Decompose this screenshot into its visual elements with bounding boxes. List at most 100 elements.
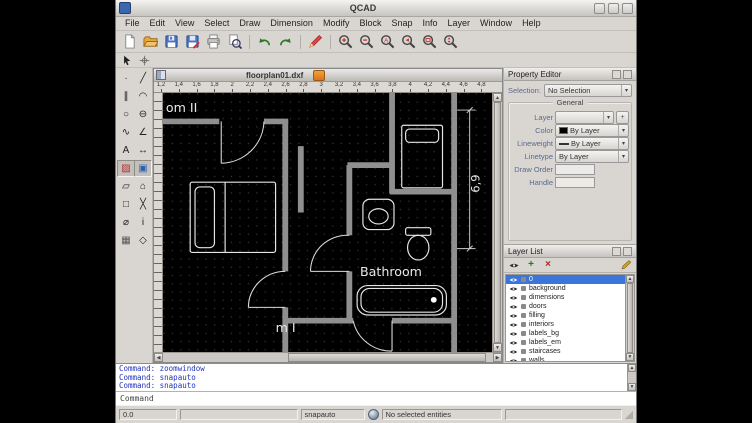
menu-help[interactable]: Help	[517, 17, 546, 30]
panel-close-button[interactable]	[623, 247, 632, 256]
info-tool[interactable]: i	[134, 214, 152, 231]
layer-lock-icon[interactable]	[521, 286, 526, 291]
edit-layer-button[interactable]	[619, 258, 633, 272]
layer-row-background[interactable]: background	[506, 284, 625, 293]
save-as-button[interactable]	[183, 32, 202, 51]
layer-visible-eye-icon[interactable]	[509, 277, 518, 283]
spline-tool[interactable]: ∿	[117, 124, 135, 141]
close-button[interactable]	[622, 3, 633, 14]
library-tool[interactable]: ⌂	[134, 178, 152, 195]
menu-info[interactable]: Info	[418, 17, 443, 30]
layer-list-scrollbar[interactable]	[625, 275, 634, 361]
lineweight-combo[interactable]: By Layer	[555, 137, 629, 150]
print-preview-button[interactable]	[225, 32, 244, 51]
scroll-up-icon[interactable]	[626, 275, 634, 283]
layer-visible-eye-icon[interactable]	[509, 322, 518, 328]
menu-select[interactable]: Select	[199, 17, 234, 30]
zoom-out-button[interactable]	[357, 32, 376, 51]
scroll-right-icon[interactable]	[493, 353, 502, 362]
layer-lock-icon[interactable]	[521, 331, 526, 336]
undo-button[interactable]	[255, 32, 274, 51]
scroll-up-icon[interactable]	[628, 364, 636, 372]
window-titlebar[interactable]: QCAD	[116, 0, 636, 17]
document-titlebar[interactable]: floorplan01.dxf	[154, 69, 502, 82]
panel-float-button[interactable]	[612, 247, 621, 256]
menu-window[interactable]: Window	[475, 17, 517, 30]
measure-tool[interactable]: ⌀	[117, 214, 135, 231]
menu-edit[interactable]: Edit	[145, 17, 171, 30]
minimize-button[interactable]	[594, 3, 605, 14]
polyline-tool[interactable]: ∠	[134, 124, 152, 141]
layer-lock-icon[interactable]	[521, 295, 526, 300]
text-tool[interactable]: A	[117, 142, 135, 159]
drawing-canvas[interactable]: om II Bathroom m I 6,9	[163, 93, 492, 352]
document-close-button[interactable]	[313, 70, 325, 81]
property-editor-titlebar[interactable]: Property Editor	[504, 68, 636, 81]
explode-tool[interactable]: ◇	[134, 232, 152, 249]
menu-file[interactable]: File	[120, 17, 145, 30]
menu-layer[interactable]: Layer	[443, 17, 476, 30]
handle-input[interactable]	[555, 177, 595, 188]
zoom-in-button[interactable]	[336, 32, 355, 51]
canvas-vertical-scrollbar[interactable]	[492, 93, 502, 352]
resize-grip[interactable]	[625, 411, 633, 419]
layer-visible-eye-icon[interactable]	[509, 295, 518, 301]
new-file-button[interactable]	[120, 32, 139, 51]
line-tool[interactable]: ╱	[134, 70, 152, 87]
color-combo[interactable]: By Layer	[555, 124, 629, 137]
horizontal-scroll-track[interactable]	[163, 353, 493, 362]
zoom-auto-button[interactable]: A	[378, 32, 397, 51]
layer-row-interiors[interactable]: interiors	[506, 320, 625, 329]
menu-block[interactable]: Block	[354, 17, 386, 30]
remove-layer-button[interactable]: ×	[541, 258, 555, 272]
layer-row-walls[interactable]: walls	[506, 356, 625, 361]
command-history-scrollbar[interactable]	[627, 364, 636, 391]
parallel-tool[interactable]: ∥	[117, 88, 135, 105]
scroll-down-icon[interactable]	[628, 383, 636, 391]
image-tool[interactable]: ▣	[134, 160, 152, 177]
layer-lock-icon[interactable]	[521, 322, 526, 327]
layer-visible-eye-icon[interactable]	[509, 340, 518, 346]
layer-visible-eye-icon[interactable]	[509, 286, 518, 292]
layer-lock-icon[interactable]	[521, 358, 526, 361]
arc-tool[interactable]: ◠	[134, 88, 152, 105]
select-tool[interactable]: □	[117, 196, 135, 213]
scroll-down-icon[interactable]	[626, 353, 634, 361]
layer-row-labels_bg[interactable]: labels_bg	[506, 329, 625, 338]
deselect-tool[interactable]: ╳	[134, 196, 152, 213]
scroll-up-icon[interactable]	[493, 93, 502, 102]
block-tool[interactable]: ▱	[117, 178, 135, 195]
scroll-left-icon[interactable]	[154, 353, 163, 362]
layer-visible-eye-icon[interactable]	[509, 358, 518, 362]
hatch-tool[interactable]: ▨	[117, 160, 135, 177]
layer-scroll-thumb[interactable]	[627, 283, 633, 353]
layer-visible-eye-icon[interactable]	[509, 349, 518, 355]
selection-combo[interactable]: No Selection	[544, 84, 632, 97]
add-layer-button[interactable]: +	[524, 258, 538, 272]
show-all-layers-button[interactable]	[507, 258, 521, 272]
panel-close-button[interactable]	[623, 70, 632, 79]
menu-draw[interactable]: Draw	[234, 17, 265, 30]
isometric-tool[interactable]: ▦	[117, 232, 135, 249]
command-input[interactable]: Command	[116, 391, 636, 405]
maximize-button[interactable]	[608, 3, 619, 14]
layer-row-staircases[interactable]: staircases	[506, 347, 625, 356]
layer-combo[interactable]	[555, 111, 614, 124]
dimension-tool[interactable]: ↔	[134, 142, 152, 159]
layer-row-labels_em[interactable]: labels_em	[506, 338, 625, 347]
linetype-combo[interactable]: By Layer	[555, 150, 629, 163]
print-button[interactable]	[204, 32, 223, 51]
layer-list-titlebar[interactable]: Layer List	[504, 245, 636, 258]
layer-visible-eye-icon[interactable]	[509, 304, 518, 310]
horizontal-scroll-thumb[interactable]	[288, 353, 486, 362]
zoom-window-button[interactable]	[420, 32, 439, 51]
layer-row-0[interactable]: 0	[506, 275, 625, 284]
layer-lock-icon[interactable]	[521, 349, 526, 354]
crosshair-button[interactable]	[137, 53, 152, 67]
edit-pencil-button[interactable]	[306, 32, 325, 51]
open-folder-button[interactable]	[141, 32, 160, 51]
zoom-previous-button[interactable]	[399, 32, 418, 51]
menu-modify[interactable]: Modify	[318, 17, 355, 30]
vertical-scroll-thumb[interactable]	[494, 102, 501, 343]
circle-tool[interactable]: ○	[117, 106, 135, 123]
